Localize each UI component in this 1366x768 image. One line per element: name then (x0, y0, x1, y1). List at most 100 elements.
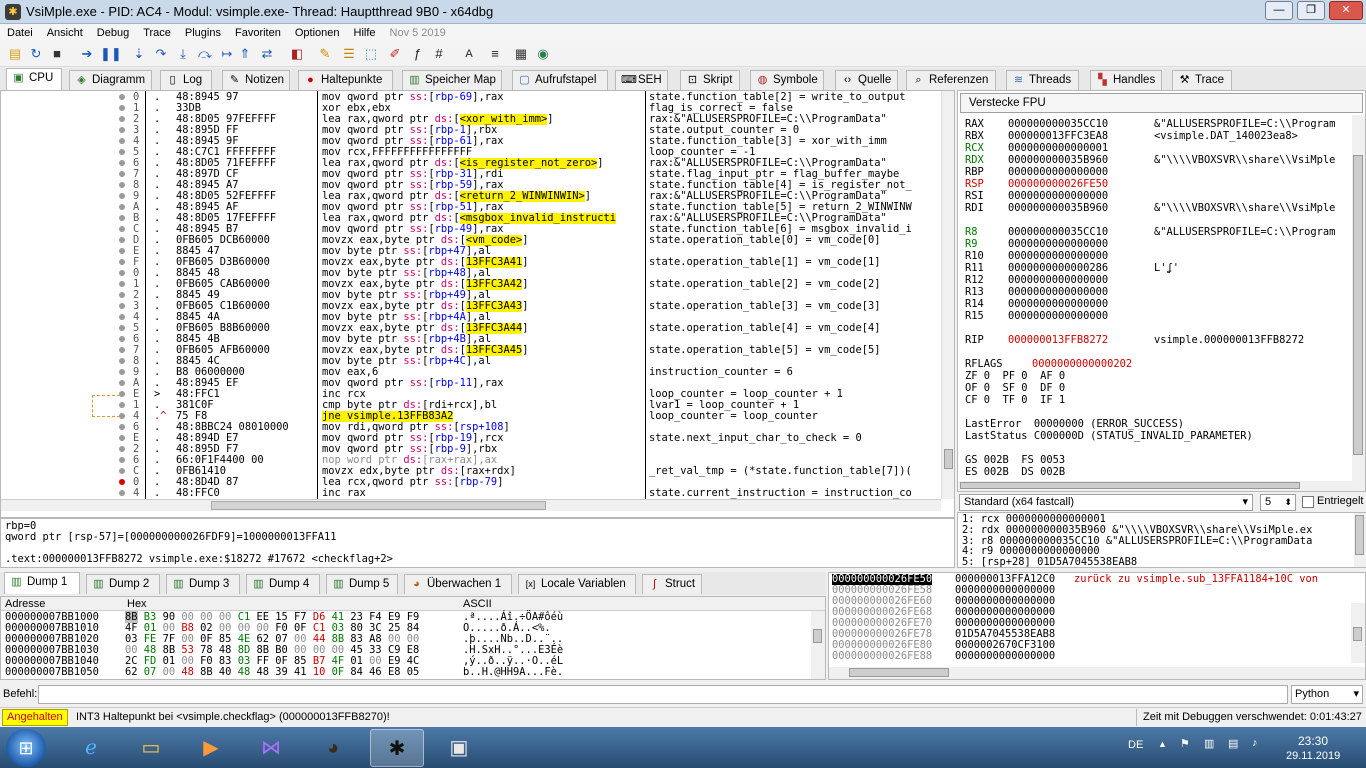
tab-watch-1[interactable]: ◕ Überwachen 1 (404, 574, 512, 594)
call-argument[interactable]: 1: rcx 0000000000000001 (962, 514, 1352, 525)
tab-trace[interactable]: ⚒ Trace (1172, 70, 1232, 90)
registers-panel[interactable]: Verstecke FPU RAX 000000000035CC10 &"ALLUS… (957, 90, 1366, 492)
call-argument[interactable]: 4: r9 0000000000000000 (962, 546, 1352, 557)
ida-icon[interactable]: ◕ (306, 729, 360, 767)
stop-icon[interactable]: ■ (48, 45, 66, 63)
tab-local-variables[interactable]: [x] Locale Variablen (518, 574, 636, 594)
explorer-folder-icon[interactable]: ▭ (124, 729, 178, 767)
tab-script[interactable]: ⊡ Skript (680, 70, 740, 90)
tab-struct[interactable]: ʃ Struct (642, 574, 702, 594)
call-argument[interactable]: 2: rdx 000000000035B960 &"\\\\VBOXSVR\\s… (962, 525, 1352, 536)
input-language[interactable]: DE (1128, 739, 1143, 751)
disassembly-view[interactable]: 0. 48:8945 97 mov qword ptr ss:[rbp-69],ra… (0, 90, 955, 518)
clock-date[interactable]: 29.11.2019 (1286, 750, 1340, 762)
register-row[interactable]: RBX 000000013FFC3EA8 <vsimple.DAT_140023ea… (965, 130, 1335, 142)
dump-header-hex[interactable]: Hex (127, 598, 147, 610)
flags-row[interactable]: OF 0 SF 0 DF 0 (965, 382, 1335, 394)
horizontal-scrollbar[interactable] (1, 499, 941, 511)
call-argument[interactable]: 5: [rsp+28] 01D5A7045538EAB8 (962, 557, 1352, 568)
calculator-icon[interactable]: ▦ (512, 45, 530, 63)
close-button[interactable]: ✕ (1329, 1, 1363, 20)
tab-threads[interactable]: ≋ Threads (1006, 70, 1079, 90)
register-row[interactable]: RBP 0000000000000000 (965, 166, 1335, 178)
tab-references[interactable]: ⌕ Referenzen (906, 70, 996, 90)
trace-into-icon[interactable]: ⤓ (174, 45, 192, 63)
restart-icon[interactable]: ↻ (27, 45, 45, 63)
scrollbar-thumb[interactable] (813, 629, 822, 643)
pause-icon[interactable]: ❚❚ (100, 45, 122, 63)
tab-memory-map[interactable]: ▥ Speicher Map (402, 70, 502, 90)
tab-source[interactable]: ‹› Quelle (835, 70, 898, 90)
tab-handles[interactable]: ▚ Handles (1090, 70, 1162, 90)
tab-cpu[interactable]: ▣ CPU (6, 68, 62, 90)
command-input[interactable] (38, 685, 1288, 704)
menu-view[interactable]: Ansicht (40, 24, 90, 41)
tab-graph[interactable]: ◈ Diagramm (69, 70, 152, 90)
registers-hscrollbar[interactable] (958, 481, 1352, 491)
tab-symbols[interactable]: ◍ Symbole (750, 70, 824, 90)
tab-dump-3[interactable]: ▥ Dump 3 (166, 574, 240, 594)
comments-icon[interactable]: ☰ (340, 45, 358, 63)
open-file-icon[interactable]: ▤ (6, 45, 24, 63)
segment-row[interactable]: GS 002B FS 0053 (965, 454, 1335, 466)
scrollbar-thumb[interactable] (960, 482, 1300, 489)
register-row[interactable]: RCX 0000000000000001 (965, 142, 1335, 154)
step-into-icon[interactable]: ⇣ (130, 45, 148, 63)
globe-icon[interactable]: ◉ (534, 45, 552, 63)
register-row[interactable]: R10 0000000000000000 (965, 250, 1335, 262)
menu-help[interactable]: Hilfe (347, 24, 383, 41)
register-row[interactable]: RIP 000000013FFB8272 vsimple.000000013FFB8… (965, 334, 1335, 346)
hex-dump-view[interactable]: Adresse Hex ASCII 000000007BB1000 8B B3 9… (0, 596, 826, 680)
tab-dump-4[interactable]: ▥ Dump 4 (246, 574, 320, 594)
last-error[interactable]: LastError 00000000 (ERROR_SUCCESS) (965, 418, 1335, 430)
registers-scrollbar[interactable] (1352, 115, 1365, 491)
hide-fpu-button[interactable]: Verstecke FPU (960, 93, 1363, 113)
scrollbar-thumb[interactable] (1355, 515, 1364, 555)
start-button-icon[interactable]: ⊞ (6, 729, 46, 767)
scrollbar-thumb[interactable] (211, 501, 546, 510)
tab-breakpoints[interactable]: ● Haltepunkte (298, 70, 393, 90)
unlocked-checkbox[interactable] (1302, 496, 1314, 508)
call-arguments-panel[interactable]: 1: rcx 0000000000000001 2: rdx 0000000000… (957, 512, 1366, 568)
minimize-button[interactable]: — (1265, 1, 1293, 20)
media-player-icon[interactable]: ▶ (184, 729, 238, 767)
last-status[interactable]: LastStatus C000000D (STATUS_INVALID_PARA… (965, 430, 1335, 442)
menu-file[interactable]: Datei (0, 24, 40, 41)
register-row[interactable]: R8 000000000035CC10 &"ALLUSERSPROFILE=C:\\… (965, 226, 1335, 238)
tab-dump-1[interactable]: ▥ Dump 1 (4, 572, 80, 594)
register-row[interactable]: R15 0000000000000000 (965, 310, 1335, 322)
action-center-icon[interactable]: ⚑ (1180, 737, 1190, 750)
vertical-scrollbar[interactable] (941, 91, 954, 499)
register-row[interactable]: RSI 0000000000000000 (965, 190, 1335, 202)
call-arguments-scrollbar[interactable] (1354, 513, 1366, 567)
tab-callstack[interactable]: ▢ Aufrufstapel (512, 70, 608, 90)
menu-trace[interactable]: Trace (136, 24, 178, 41)
trace-over-icon[interactable]: ⤼ (196, 45, 214, 63)
stack-row[interactable]: 000000000026FE88 0000000000000000 (829, 651, 1349, 662)
scrollbar-thumb[interactable] (1353, 155, 1363, 455)
hash-icon[interactable]: # (430, 45, 448, 63)
tab-notes[interactable]: ✎ Notizen (222, 70, 290, 90)
register-row[interactable]: R11 0000000000000286 L'ʆ' (965, 262, 1335, 274)
title-bar[interactable]: ✱ VsiMple.exe - PID: AC4 - Modul: vsimpl… (0, 0, 1366, 24)
maximize-button[interactable]: ❐ (1297, 1, 1325, 20)
register-row[interactable]: R9 0000000000000000 (965, 238, 1335, 250)
menu-plugins[interactable]: Plugins (178, 24, 228, 41)
stack-view[interactable]: 000000000026FE50 000000013FFA12C0 zurück z… (828, 572, 1366, 680)
scylla-icon[interactable]: ◧ (288, 45, 306, 63)
tray-expand-icon[interactable]: ▲ (1158, 739, 1167, 749)
register-row[interactable]: RSP 000000000026FE50 (965, 178, 1335, 190)
info-panel[interactable]: rbp=0 qword ptr [rsp-57]=[000000000026FDF… (0, 518, 955, 568)
command-language-select[interactable]: Python ▾ (1291, 685, 1363, 704)
flags-row[interactable]: CF 0 TF 0 IF 1 (965, 394, 1335, 406)
scrollbar-thumb[interactable] (849, 668, 949, 677)
register-row[interactable]: R14 0000000000000000 (965, 298, 1335, 310)
segment-row[interactable]: ES 002B DS 002B (965, 466, 1335, 478)
register-row[interactable]: RDX 000000000035B960 &"\\\\VBOXSVR\\share\… (965, 154, 1335, 166)
scrollbar-thumb[interactable] (944, 449, 953, 469)
register-row[interactable]: RFLAGS 0000000000000202 (965, 358, 1335, 370)
patch-icon[interactable]: ✎ (316, 45, 334, 63)
execute-till-return-icon[interactable]: ⇑ (236, 45, 254, 63)
scrollbar-thumb[interactable] (1353, 627, 1362, 641)
menu-debug[interactable]: Debug (90, 24, 136, 41)
